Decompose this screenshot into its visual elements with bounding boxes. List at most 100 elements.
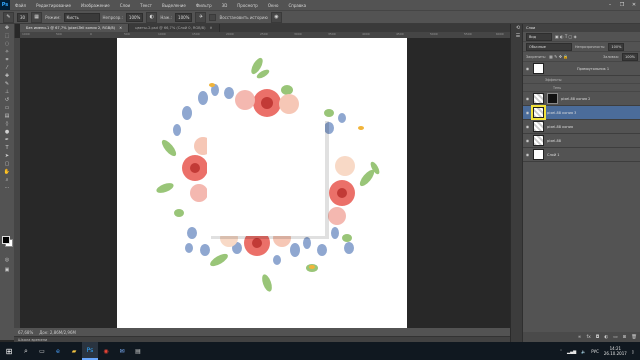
link-layers-icon[interactable]: ∞ [578,335,582,340]
layer-row-selected[interactable]: ◉ pixel-88 копия 3 [523,106,640,120]
more-tools-icon[interactable]: ⋯ [2,185,12,192]
minimize-button[interactable]: – [604,2,616,8]
history-brush-tool-icon[interactable]: ✎ [3,11,14,23]
canvas-area[interactable] [20,38,510,328]
layer-row[interactable]: ◉ pixel-88 копия 2 [523,92,640,106]
menu-help[interactable]: Справка [283,3,311,8]
quick-mask-icon[interactable]: ◎ [2,257,12,264]
search-icon[interactable]: ⌕ [18,342,34,360]
brush-tool-icon[interactable]: ✎ [2,81,12,88]
eye-icon[interactable]: ◉ [525,96,530,101]
filter-icons[interactable]: ▣ ◐ T ▢ ◈ [555,34,577,39]
opacity-field[interactable]: 100% [125,12,144,22]
app-icon[interactable]: ▤ [130,342,146,360]
network-icon[interactable]: ▂▄▆ [567,349,576,354]
crop-tool-icon[interactable]: ⌗ [2,57,12,64]
eye-icon[interactable]: ◉ [525,124,530,129]
layer-mask-thumbnail[interactable] [547,93,558,104]
pen-tool-icon[interactable]: ✒ [2,137,12,144]
lock-icons[interactable]: ▦ ✎ ✥ 🔒 [549,54,568,59]
filter-kind-select[interactable]: Вид [526,32,552,41]
layer-row[interactable]: ◉ Прямоугольник 1 [523,62,640,76]
fx-icon[interactable]: fx [586,335,590,340]
lasso-tool-icon[interactable]: ◌ [2,41,12,48]
type-tool-icon[interactable]: T [2,145,12,152]
menu-view[interactable]: Просмотр [232,3,263,8]
shadow-effect-row[interactable]: Тень [523,84,640,92]
layer-row[interactable]: ◉ pixel-88 копия [523,120,640,134]
screen-mode-icon[interactable]: ▣ [2,267,12,274]
flow-field[interactable]: 100% [175,12,193,22]
menu-3d[interactable]: 3D [217,3,233,8]
history-brush-icon[interactable]: ↺ [2,97,12,104]
zoom-tool-icon[interactable]: ⌕ [2,177,12,184]
menu-file[interactable]: Файл [10,3,31,8]
layer-row[interactable]: ◉ pixel-88 [523,134,640,148]
photoshop-taskbar-icon[interactable]: Ps [82,342,98,360]
move-tool-icon[interactable]: ✥ [2,25,12,32]
clock[interactable]: 14:21 26.10.2017 [604,346,627,356]
eye-icon[interactable]: ◉ [525,110,530,115]
shape-tool-icon[interactable]: ▢ [2,161,12,168]
close-tab-icon[interactable]: ✕ [210,26,213,30]
pressure-opacity-icon[interactable]: ◐ [146,11,158,23]
gradient-tool-icon[interactable]: ▤ [2,113,12,120]
path-select-tool-icon[interactable]: ➤ [2,153,12,160]
close-button[interactable]: ✕ [628,2,640,8]
hand-tool-icon[interactable]: ✋ [2,169,12,176]
group-icon[interactable]: ▭ [613,335,617,340]
zoom-level[interactable]: 67,68% [18,330,33,335]
menu-window[interactable]: Окно [263,3,284,8]
stamp-tool-icon[interactable]: ⊥ [2,89,12,96]
file-explorer-icon[interactable]: ▰ [66,342,82,360]
restore-button[interactable]: ❐ [616,2,628,8]
menu-layers[interactable]: Слои [115,3,135,8]
edge-browser-icon[interactable]: e [50,342,66,360]
tab-document-2[interactable]: цветы-2.psd @ 66,7% (Слой 0, RGB/8) ✕ [129,24,220,32]
brush-size-field[interactable]: 30 [17,12,29,22]
pressure-size-icon[interactable]: ◉ [270,11,282,23]
history-checkbox[interactable] [209,13,217,21]
chrome-icon[interactable]: ◉ [98,342,114,360]
blend-mode-select[interactable]: Обычные [526,42,572,51]
healing-tool-icon[interactable]: ✚ [2,73,12,80]
dodge-tool-icon[interactable]: ● [2,129,12,136]
layer-opacity-field[interactable]: 100% [608,42,625,51]
menu-type[interactable]: Текст [135,3,157,8]
document-canvas[interactable] [117,38,407,328]
layer-row[interactable]: ◉ Слой 1 [523,148,640,162]
close-tab-icon[interactable]: ✕ [119,26,122,30]
eye-icon[interactable]: ◉ [525,138,530,143]
eyedropper-tool-icon[interactable]: ⁄ [2,65,12,72]
menu-edit[interactable]: Редактирование [31,3,76,8]
task-view-icon[interactable]: ▭ [34,342,50,360]
ruler-tick: 1000 [22,32,30,36]
tab-document-1[interactable]: Без имени-1 @ 67,7% (pixel-Tell копия 2,… [20,24,130,32]
menu-select[interactable]: Выделение [157,3,191,8]
add-mask-icon[interactable]: ◘ [596,335,600,340]
tab-layers[interactable]: Слои [526,26,535,30]
airbrush-icon[interactable]: ✈ [195,11,207,23]
eye-icon[interactable]: ◉ [525,152,530,157]
volume-icon[interactable]: 🔈 [581,349,586,354]
adjustment-layer-icon[interactable]: ◐ [604,335,608,340]
fill-field[interactable]: 100% [621,52,638,61]
eraser-tool-icon[interactable]: ▭ [2,105,12,112]
quick-select-tool-icon[interactable]: ✧ [2,49,12,56]
notifications-icon[interactable]: ▯ [632,349,634,354]
blur-tool-icon[interactable]: ◊ [2,121,12,128]
brush-settings-icon[interactable]: ▦ [31,11,43,23]
foreground-color-swatch[interactable] [2,236,10,244]
new-layer-icon[interactable]: ⊞ [623,335,627,340]
marquee-tool-icon[interactable]: ⬚ [2,33,12,40]
menu-filter[interactable]: Фильтр [191,3,217,8]
input-language[interactable]: РУС [591,349,599,354]
eye-icon[interactable]: ◉ [525,66,530,71]
mode-select[interactable]: Кисть [63,12,100,22]
menu-image[interactable]: Изображение [76,3,115,8]
tray-arrow-icon[interactable]: ˄ [560,349,562,354]
effects-row[interactable]: Эффекты [523,76,640,84]
windows-start-icon[interactable]: ⊞ [0,342,18,360]
trash-icon[interactable]: 🗑 [631,335,637,340]
app-icon[interactable]: ✉ [114,342,130,360]
